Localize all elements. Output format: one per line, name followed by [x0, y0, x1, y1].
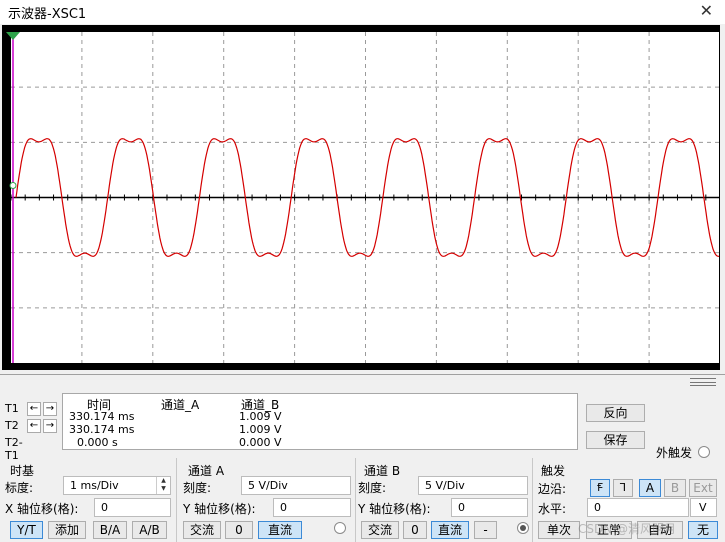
- timebase-scale-spinner[interactable]: ▲ ▼: [156, 477, 170, 494]
- trigger-source-a-button[interactable]: A: [639, 479, 661, 497]
- mode-ba-button[interactable]: B/A: [93, 521, 127, 539]
- channel-b-ypos-label: Y 轴位移(格):: [358, 502, 431, 516]
- save-button[interactable]: 保存: [586, 431, 645, 449]
- reverse-button[interactable]: 反向: [586, 404, 645, 422]
- channel-b-dc-button[interactable]: 直流: [431, 521, 469, 539]
- mode-add-button[interactable]: 添加: [48, 521, 86, 539]
- channel-b-minus-button[interactable]: -: [474, 521, 497, 539]
- cursor-t2-label: T2: [5, 419, 19, 432]
- group-divider: [532, 458, 533, 542]
- cursor-t1-right-arrow-icon[interactable]: →: [43, 402, 57, 416]
- channel-a-scale-label: 刻度:: [183, 481, 212, 495]
- trigger-edge-label: 边沿:: [538, 482, 567, 496]
- readout-t1-channel-b: 1.009 V: [239, 410, 282, 423]
- readout-diff-time: 0.000 s: [77, 436, 118, 449]
- panel-divider: [0, 374, 725, 375]
- cursor-readout-table: 时间 通道_A 通道_B 330.174 ms 1.009 V 330.174 …: [62, 393, 578, 450]
- trigger-single-button[interactable]: 单次: [538, 521, 580, 539]
- cursor-t1-label: T1: [5, 402, 19, 415]
- channel-a-title: 通道 A: [188, 464, 225, 478]
- channel-b-scale-field[interactable]: 5 V/Div: [418, 476, 528, 495]
- trigger-title: 触发: [541, 464, 566, 478]
- timebase-scale-field[interactable]: 1 ms/Div ▲ ▼: [63, 476, 171, 495]
- title-bar: 示波器-XSC1 ✕: [0, 0, 725, 24]
- channel-a-ypos-label: Y 轴位移(格):: [183, 502, 256, 516]
- trigger-none-button[interactable]: 无: [688, 521, 718, 539]
- channel-a-scale-field[interactable]: 5 V/Div: [241, 476, 351, 495]
- channel-b-zero-button[interactable]: 0: [403, 521, 427, 539]
- trigger-source-ext-button[interactable]: Ext: [689, 479, 717, 497]
- group-divider: [355, 458, 356, 542]
- ground-marker-icon: [9, 182, 17, 189]
- trigger-level-unit-field[interactable]: V: [690, 498, 717, 517]
- group-divider: [176, 458, 177, 542]
- cursor-t2-right-arrow-icon[interactable]: →: [43, 419, 57, 433]
- channel-b-scale-label: 刻度:: [358, 481, 387, 495]
- channel-a-ac-button[interactable]: 交流: [183, 521, 221, 539]
- channel-a-ypos-value: 0: [280, 501, 287, 514]
- readout-diff-channel-b: 0.000 V: [239, 436, 282, 449]
- cursor-t2-left-arrow-icon[interactable]: ←: [27, 419, 41, 433]
- timebase-scale-value: 1 ms/Div: [70, 479, 119, 492]
- channel-b-ypos-value: 0: [458, 501, 465, 514]
- close-icon[interactable]: ✕: [700, 1, 713, 20]
- trigger-source-b-button[interactable]: B: [664, 479, 686, 497]
- timebase-xpos-field[interactable]: 0: [94, 498, 171, 517]
- ext-trigger-radio[interactable]: [698, 446, 710, 458]
- oscilloscope-plot: [2, 25, 720, 370]
- oscilloscope-screen[interactable]: [2, 25, 720, 370]
- channel-b-scale-value: 5 V/Div: [425, 479, 465, 492]
- channel-b-ac-button[interactable]: 交流: [361, 521, 399, 539]
- channel-a-ypos-field[interactable]: 0: [273, 498, 351, 517]
- window-title: 示波器-XSC1: [8, 7, 87, 22]
- cursor-diff-label: T2-T1: [5, 436, 23, 462]
- channel-a-scale-value: 5 V/Div: [248, 479, 288, 492]
- mode-yt-button[interactable]: Y/T: [10, 521, 43, 539]
- channel-a-radio[interactable]: [334, 522, 346, 534]
- channel-b-ypos-field[interactable]: 0: [451, 498, 528, 517]
- trigger-level-field[interactable]: 0: [587, 498, 689, 517]
- spin-down-icon[interactable]: ▼: [157, 485, 170, 493]
- timebase-title: 时基: [10, 464, 35, 478]
- trigger-level-value: 0: [594, 501, 601, 514]
- channel-a-dc-button[interactable]: 直流: [258, 521, 302, 539]
- cursor-t1-left-arrow-icon[interactable]: ←: [27, 402, 41, 416]
- resize-grip-icon[interactable]: [690, 378, 716, 386]
- timebase-xpos-value: 0: [101, 501, 108, 514]
- readout-t1-time: 330.174 ms: [69, 410, 135, 423]
- trigger-level-unit: V: [699, 501, 707, 514]
- timebase-scale-label: 标度:: [5, 481, 34, 495]
- readout-header-channel-a: 通道_A: [161, 398, 200, 412]
- readout-t2-time: 330.174 ms: [69, 423, 135, 436]
- trigger-level-label: 水平:: [538, 502, 567, 516]
- readout-t2-channel-b: 1.009 V: [239, 423, 282, 436]
- spin-up-icon[interactable]: ▲: [157, 477, 170, 485]
- ext-trigger-label: 外触发: [656, 446, 693, 460]
- mode-ab-button[interactable]: A/B: [132, 521, 167, 539]
- watermark: CSDN @清风明月: [578, 522, 677, 536]
- trigger-falling-edge-icon[interactable]: Ꞁ: [613, 479, 633, 497]
- channel-a-zero-button[interactable]: 0: [225, 521, 253, 539]
- channel-b-title: 通道 B: [364, 464, 401, 478]
- channel-b-radio[interactable]: [517, 522, 529, 534]
- trigger-rising-edge-icon[interactable]: Ꞙ: [590, 479, 610, 497]
- timebase-xpos-label: X 轴位移(格):: [5, 502, 79, 516]
